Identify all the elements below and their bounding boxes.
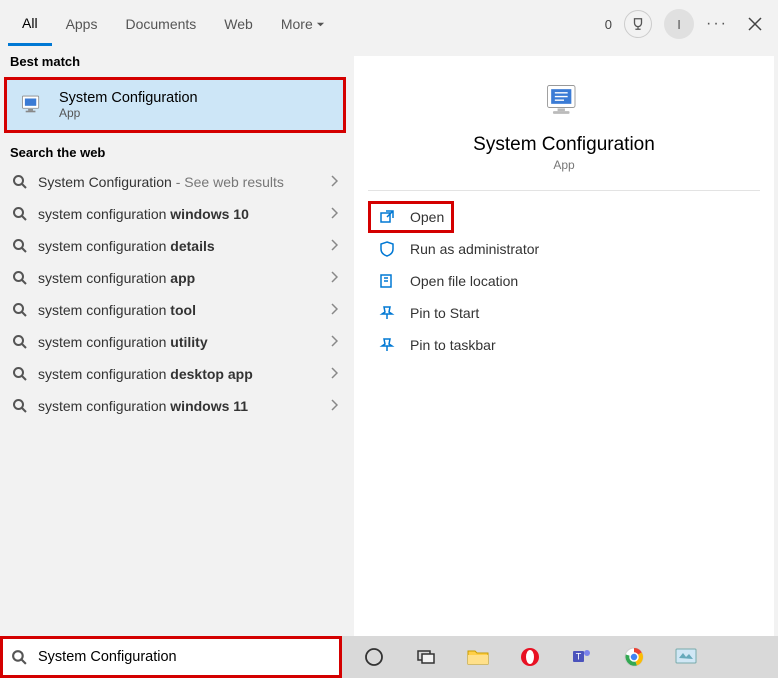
shield-icon: [378, 240, 396, 258]
search-icon: [12, 302, 28, 318]
search-icon: [12, 238, 28, 254]
folder-icon: [378, 272, 396, 290]
pin-icon: [378, 304, 396, 322]
search-icon: [12, 366, 28, 382]
results-pane: Best match System Configuration App Sear…: [0, 48, 350, 678]
app-icon[interactable]: [672, 643, 700, 671]
web-result-item[interactable]: system configuration app: [0, 262, 350, 294]
web-result-item[interactable]: system configuration tool: [0, 294, 350, 326]
chevron-right-icon: [330, 238, 338, 254]
detail-actions: Open Run as administrator Open file loca…: [354, 191, 774, 371]
action-label: Open file location: [410, 273, 518, 289]
tab-more[interactable]: More: [267, 4, 339, 44]
file-explorer-icon[interactable]: [464, 643, 492, 671]
tab-apps[interactable]: Apps: [52, 4, 112, 44]
pin-icon: [378, 336, 396, 354]
task-view-icon[interactable]: [412, 643, 440, 671]
search-box[interactable]: [0, 636, 342, 678]
chevron-right-icon: [330, 302, 338, 318]
search-icon: [12, 206, 28, 222]
chevron-right-icon: [330, 398, 338, 414]
rewards-count: 0: [605, 17, 612, 32]
chevron-down-icon: [316, 16, 325, 32]
action-label: Pin to Start: [410, 305, 479, 321]
search-icon: [12, 270, 28, 286]
action-label: Pin to taskbar: [410, 337, 496, 353]
detail-pane: System Configuration App Open Run as adm…: [354, 56, 774, 678]
best-match-text: System Configuration App: [59, 90, 198, 120]
cortana-icon[interactable]: [360, 643, 388, 671]
search-web-label: Search the web: [0, 139, 350, 166]
app-icon: [542, 80, 586, 124]
best-match-item[interactable]: System Configuration App: [7, 80, 343, 130]
detail-title: System Configuration: [473, 134, 655, 156]
detail-subtitle: App: [553, 158, 574, 172]
more-options-icon[interactable]: ···: [706, 15, 728, 33]
web-results-list: System Configuration - See web results s…: [0, 166, 350, 422]
chevron-right-icon: [330, 334, 338, 350]
search-icon: [12, 398, 28, 414]
web-result-text: system configuration desktop app: [38, 366, 320, 382]
web-result-text: system configuration tool: [38, 302, 320, 318]
pin-to-start-button[interactable]: Pin to Start: [368, 297, 760, 329]
search-filter-bar: All Apps Documents Web More 0 I ···: [0, 0, 778, 48]
system-configuration-icon: [19, 91, 47, 119]
web-result-text: system configuration app: [38, 270, 320, 286]
teams-icon[interactable]: T: [568, 643, 596, 671]
web-result-text: system configuration windows 11: [38, 398, 320, 414]
detail-header: System Configuration App: [368, 56, 760, 191]
rewards-icon[interactable]: [624, 10, 652, 38]
search-icon: [11, 649, 28, 666]
topbar-right: 0 I ···: [605, 9, 770, 39]
search-icon: [12, 174, 28, 190]
tab-web[interactable]: Web: [210, 4, 267, 44]
web-result-text: system configuration utility: [38, 334, 320, 350]
svg-text:T: T: [576, 652, 582, 662]
pin-to-taskbar-button[interactable]: Pin to taskbar: [368, 329, 760, 361]
chevron-right-icon: [330, 270, 338, 286]
chevron-right-icon: [330, 206, 338, 222]
tab-documents[interactable]: Documents: [111, 4, 210, 44]
taskbar-icons: T: [342, 636, 700, 678]
filter-tabs: All Apps Documents Web More: [8, 3, 339, 46]
open-button[interactable]: Open: [368, 201, 454, 233]
web-result-item[interactable]: system configuration windows 11: [0, 390, 350, 422]
web-result-item[interactable]: system configuration utility: [0, 326, 350, 358]
search-icon: [12, 334, 28, 350]
start-search-window: All Apps Documents Web More 0 I ···: [0, 0, 778, 678]
web-result-text: system configuration details: [38, 238, 320, 254]
user-avatar[interactable]: I: [664, 9, 694, 39]
web-result-item[interactable]: system configuration desktop app: [0, 358, 350, 390]
web-result-item[interactable]: system configuration windows 10: [0, 198, 350, 230]
action-label: Open: [410, 209, 444, 225]
close-button[interactable]: [740, 9, 770, 39]
tab-all[interactable]: All: [8, 3, 52, 46]
best-match-label: Best match: [0, 48, 350, 75]
taskbar: T: [0, 636, 778, 678]
chevron-right-icon: [330, 366, 338, 382]
best-match-subtitle: App: [59, 106, 198, 120]
open-file-location-button[interactable]: Open file location: [368, 265, 760, 297]
chevron-right-icon: [330, 174, 338, 190]
web-result-item[interactable]: system configuration details: [0, 230, 350, 262]
web-result-text: System Configuration - See web results: [38, 174, 320, 190]
run-as-admin-button[interactable]: Run as administrator: [368, 233, 760, 265]
best-match-highlight: System Configuration App: [4, 77, 346, 133]
chrome-icon[interactable]: [620, 643, 648, 671]
web-result-text: system configuration windows 10: [38, 206, 320, 222]
tab-more-label: More: [281, 16, 313, 32]
search-body: Best match System Configuration App Sear…: [0, 48, 778, 678]
search-input[interactable]: [36, 648, 331, 666]
open-icon: [378, 208, 396, 226]
web-result-item[interactable]: System Configuration - See web results: [0, 166, 350, 198]
opera-icon[interactable]: [516, 643, 544, 671]
action-label: Run as administrator: [410, 241, 539, 257]
best-match-title: System Configuration: [59, 90, 198, 106]
